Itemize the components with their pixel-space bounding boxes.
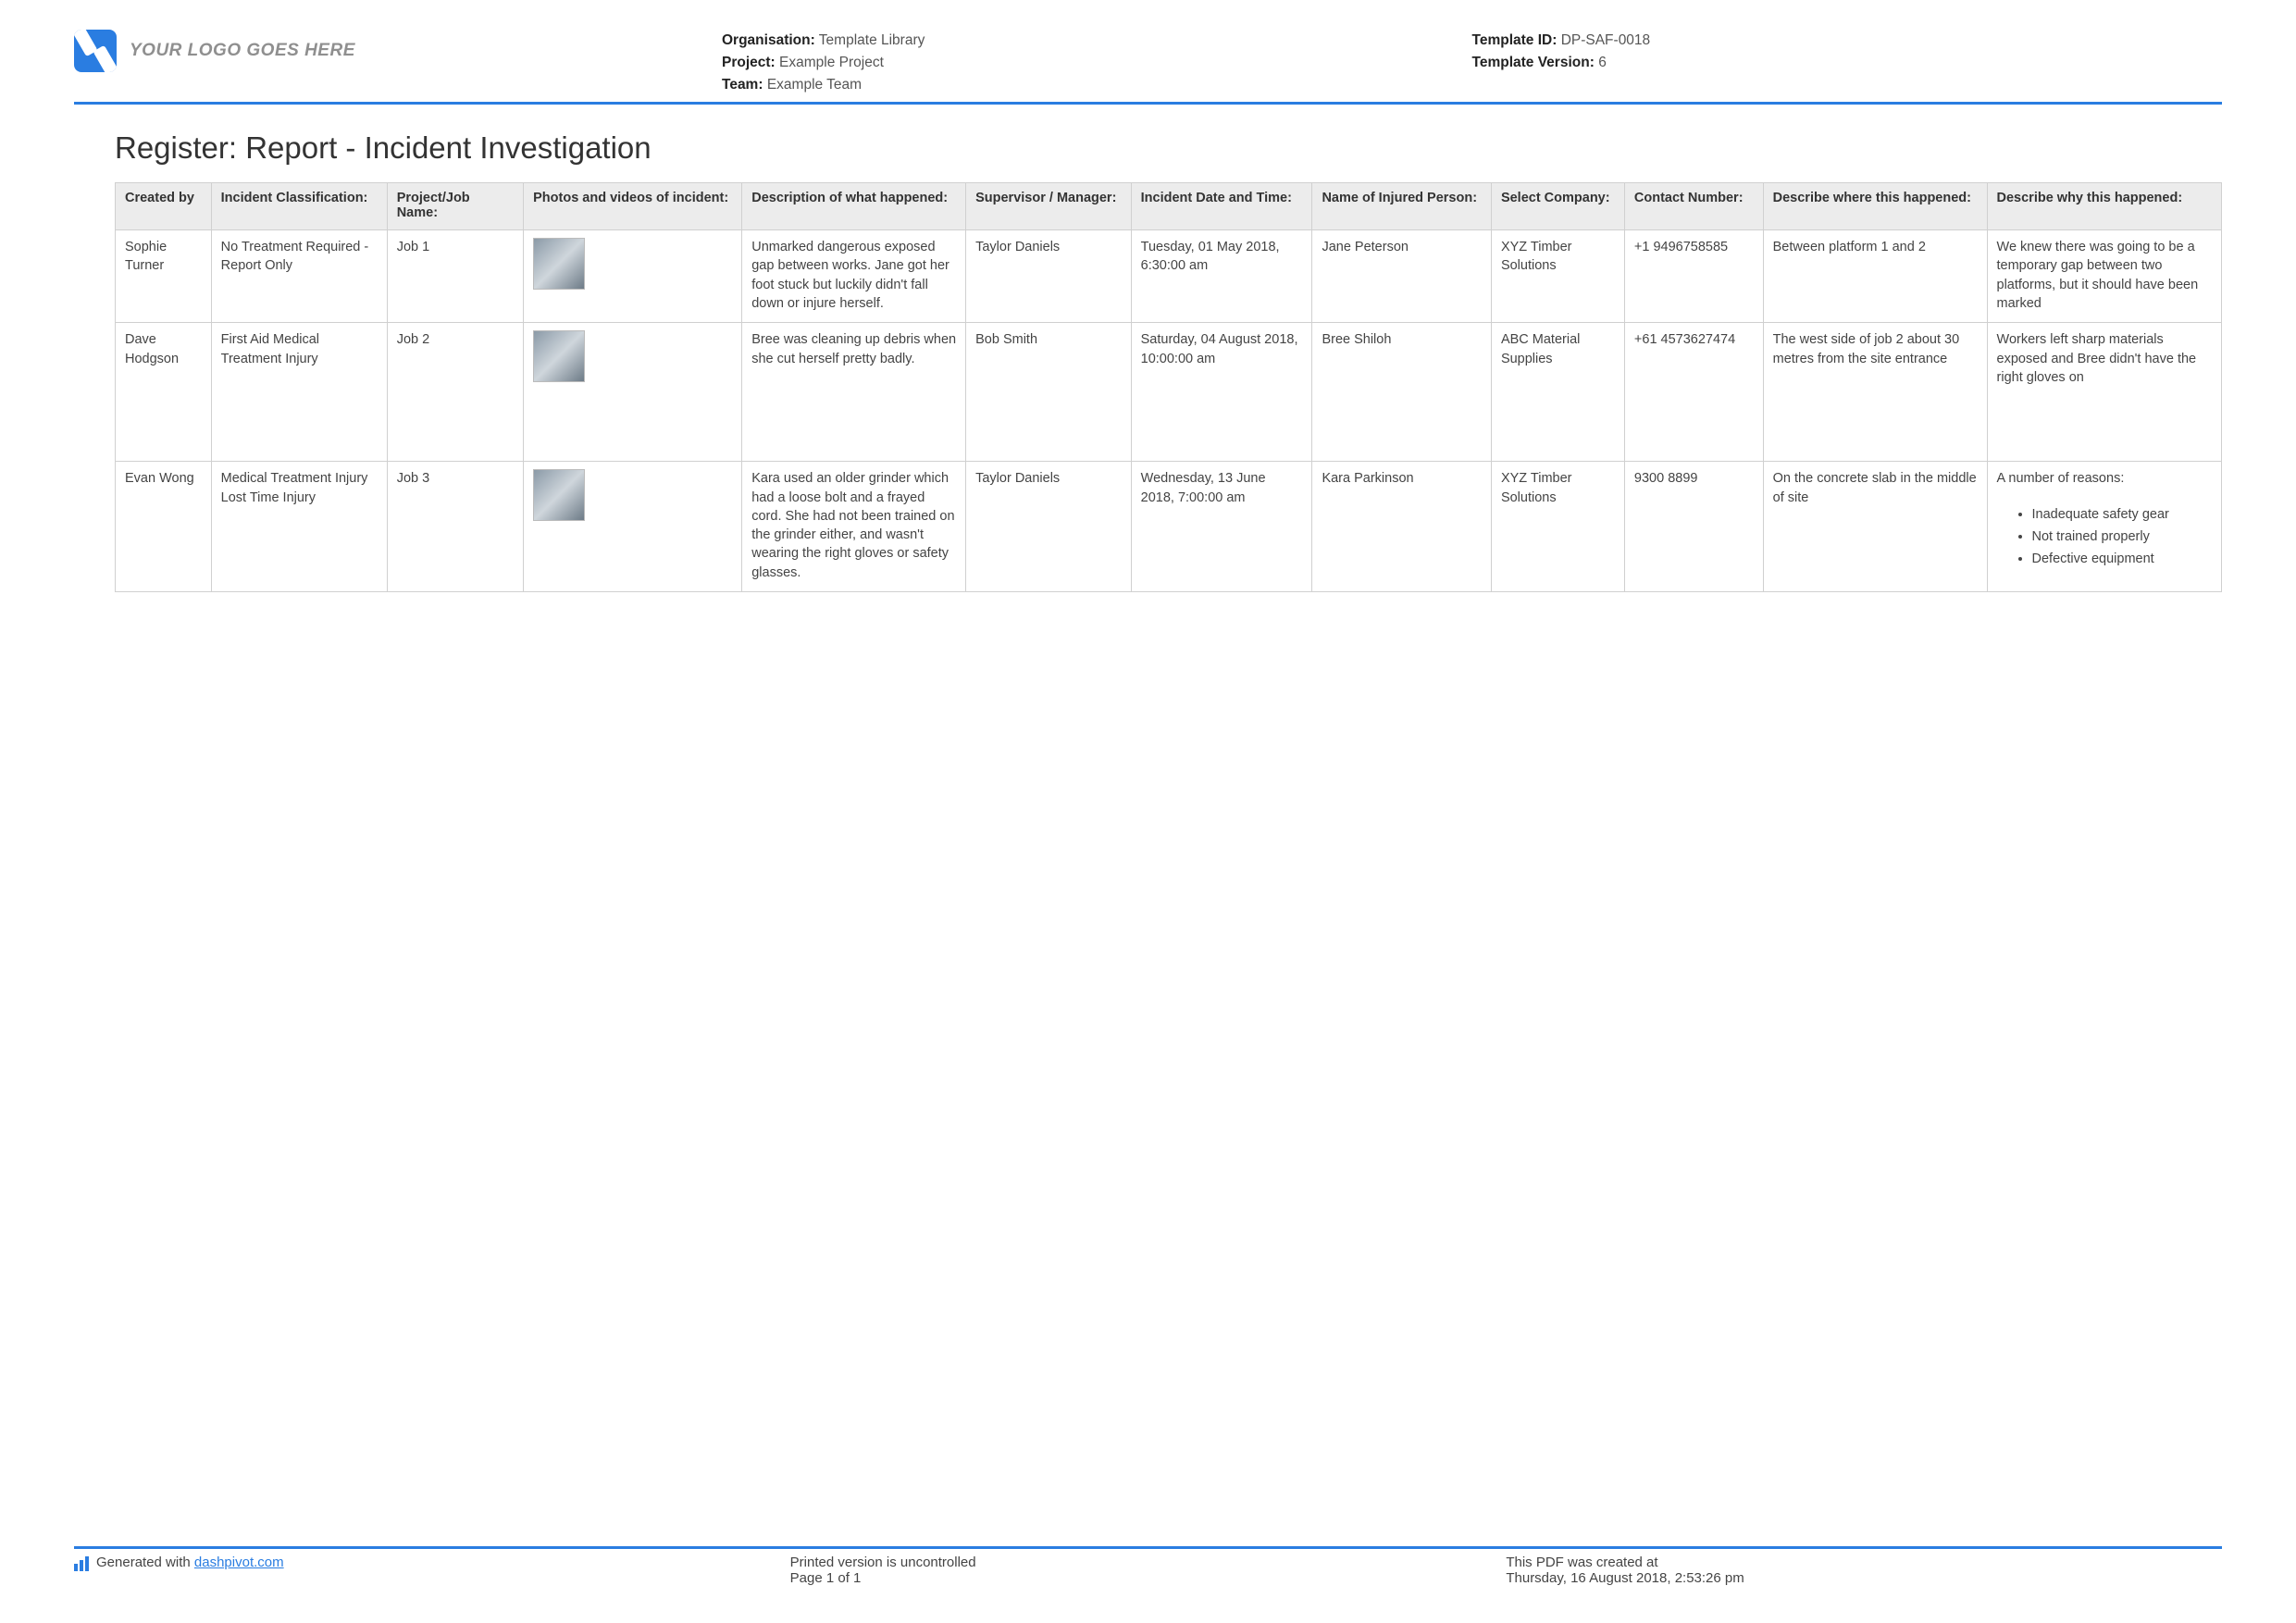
th-created-by: Created by xyxy=(116,183,212,230)
table-row: Evan WongMedical Treatment Injury Lost T… xyxy=(116,462,2222,592)
cell-created-by: Sophie Turner xyxy=(116,230,212,323)
page-title: Register: Report - Incident Investigatio… xyxy=(115,130,2222,166)
cell-datetime: Wednesday, 13 June 2018, 7:00:00 am xyxy=(1131,462,1312,592)
team-label: Team: xyxy=(722,77,763,93)
cell-contact: +61 4573627474 xyxy=(1624,323,1763,462)
template-version-value: 6 xyxy=(1598,55,1607,70)
footer-center: Printed version is uncontrolled Page 1 o… xyxy=(790,1555,1507,1586)
why-reason-item: Not trained properly xyxy=(2032,527,2212,546)
printed-line: Printed version is uncontrolled xyxy=(790,1555,1507,1570)
cell-project-job: Job 2 xyxy=(387,323,523,462)
footer-right: This PDF was created at Thursday, 16 Aug… xyxy=(1506,1555,2222,1586)
th-description: Description of what happened: xyxy=(742,183,966,230)
th-project-job: Project/Job Name: xyxy=(387,183,523,230)
table-header-row: Created by Incident Classification: Proj… xyxy=(116,183,2222,230)
th-datetime: Incident Date and Time: xyxy=(1131,183,1312,230)
organisation-label: Organisation: xyxy=(722,32,815,48)
template-id-label: Template ID: xyxy=(1472,32,1558,48)
dashpivot-link[interactable]: dashpivot.com xyxy=(194,1555,284,1570)
template-version-label: Template Version: xyxy=(1472,55,1595,70)
cell-datetime: Tuesday, 01 May 2018, 6:30:00 am xyxy=(1131,230,1312,323)
table-row: Dave HodgsonFirst Aid Medical Treatment … xyxy=(116,323,2222,462)
template-id-value: DP-SAF-0018 xyxy=(1561,32,1650,48)
cell-company: XYZ Timber Solutions xyxy=(1491,462,1624,592)
logo-icon xyxy=(74,30,117,72)
why-reason-list: Inadequate safety gear Not trained proper… xyxy=(2032,505,2212,569)
cell-why: A number of reasons: Inadequate safety ge… xyxy=(1987,462,2221,592)
cell-description: Unmarked dangerous exposed gap between w… xyxy=(742,230,966,323)
incident-photo-thumb xyxy=(533,330,585,382)
cell-created-by: Dave Hodgson xyxy=(116,323,212,462)
cell-datetime: Saturday, 04 August 2018, 10:00:00 am xyxy=(1131,323,1312,462)
document-header: YOUR LOGO GOES HERE Organisation: Templa… xyxy=(74,30,2222,105)
incident-photo-thumb xyxy=(533,238,585,290)
cell-why: Workers left sharp materials exposed and… xyxy=(1987,323,2221,462)
organisation-value: Template Library xyxy=(819,32,925,48)
team-value: Example Team xyxy=(767,77,862,93)
why-text: A number of reasons: xyxy=(1997,469,2212,488)
th-classification: Incident Classification: xyxy=(211,183,387,230)
why-text: Workers left sharp materials exposed and… xyxy=(1997,330,2212,387)
cell-project-job: Job 1 xyxy=(387,230,523,323)
cell-photo xyxy=(524,323,742,462)
why-text: We knew there was going to be a temporar… xyxy=(1997,238,2212,313)
cell-contact: +1 9496758585 xyxy=(1624,230,1763,323)
incident-photo-thumb xyxy=(533,469,585,521)
cell-where: The west side of job 2 about 30 metres f… xyxy=(1763,323,1987,462)
cell-photo xyxy=(524,462,742,592)
chart-bar-icon xyxy=(74,1556,89,1571)
page-line: Page 1 of 1 xyxy=(790,1570,1507,1586)
cell-classification: No Treatment Required - Report Only xyxy=(211,230,387,323)
cell-company: ABC Material Supplies xyxy=(1491,323,1624,462)
cell-description: Kara used an older grinder which had a l… xyxy=(742,462,966,592)
cell-injured-name: Bree Shiloh xyxy=(1312,323,1492,462)
incident-register-table: Created by Incident Classification: Proj… xyxy=(115,182,2222,592)
cell-supervisor: Bob Smith xyxy=(966,323,1132,462)
th-company: Select Company: xyxy=(1491,183,1624,230)
th-supervisor: Supervisor / Manager: xyxy=(966,183,1132,230)
footer-left: Generated with dashpivot.com xyxy=(74,1555,790,1586)
th-injured-name: Name of Injured Person: xyxy=(1312,183,1492,230)
cell-classification: Medical Treatment Injury Lost Time Injur… xyxy=(211,462,387,592)
cell-injured-name: Kara Parkinson xyxy=(1312,462,1492,592)
cell-supervisor: Taylor Daniels xyxy=(966,230,1132,323)
th-why: Describe why this happened: xyxy=(1987,183,2221,230)
th-where: Describe where this happened: xyxy=(1763,183,1987,230)
cell-company: XYZ Timber Solutions xyxy=(1491,230,1624,323)
created-date: Thursday, 16 August 2018, 2:53:26 pm xyxy=(1506,1570,2222,1586)
why-reason-item: Defective equipment xyxy=(2032,550,2212,568)
generated-prefix: Generated with xyxy=(96,1555,194,1570)
table-row: Sophie TurnerNo Treatment Required - Rep… xyxy=(116,230,2222,323)
logo-block: YOUR LOGO GOES HERE xyxy=(74,30,722,72)
cell-photo xyxy=(524,230,742,323)
document-footer: Generated with dashpivot.com Printed ver… xyxy=(74,1546,2222,1586)
th-photos: Photos and videos of incident: xyxy=(524,183,742,230)
cell-why: We knew there was going to be a temporar… xyxy=(1987,230,2221,323)
cell-description: Bree was cleaning up debris when she cut… xyxy=(742,323,966,462)
cell-classification: First Aid Medical Treatment Injury xyxy=(211,323,387,462)
project-label: Project: xyxy=(722,55,776,70)
cell-supervisor: Taylor Daniels xyxy=(966,462,1132,592)
cell-project-job: Job 3 xyxy=(387,462,523,592)
cell-injured-name: Jane Peterson xyxy=(1312,230,1492,323)
th-contact: Contact Number: xyxy=(1624,183,1763,230)
meta-right: Template ID: DP-SAF-0018 Template Versio… xyxy=(1472,30,2223,74)
logo-text: YOUR LOGO GOES HERE xyxy=(130,41,355,61)
created-line: This PDF was created at xyxy=(1506,1555,2222,1570)
meta-left: Organisation: Template Library Project: … xyxy=(722,30,1472,96)
cell-contact: 9300 8899 xyxy=(1624,462,1763,592)
why-reason-item: Inadequate safety gear xyxy=(2032,505,2212,524)
cell-where: On the concrete slab in the middle of si… xyxy=(1763,462,1987,592)
project-value: Example Project xyxy=(779,55,884,70)
cell-created-by: Evan Wong xyxy=(116,462,212,592)
cell-where: Between platform 1 and 2 xyxy=(1763,230,1987,323)
